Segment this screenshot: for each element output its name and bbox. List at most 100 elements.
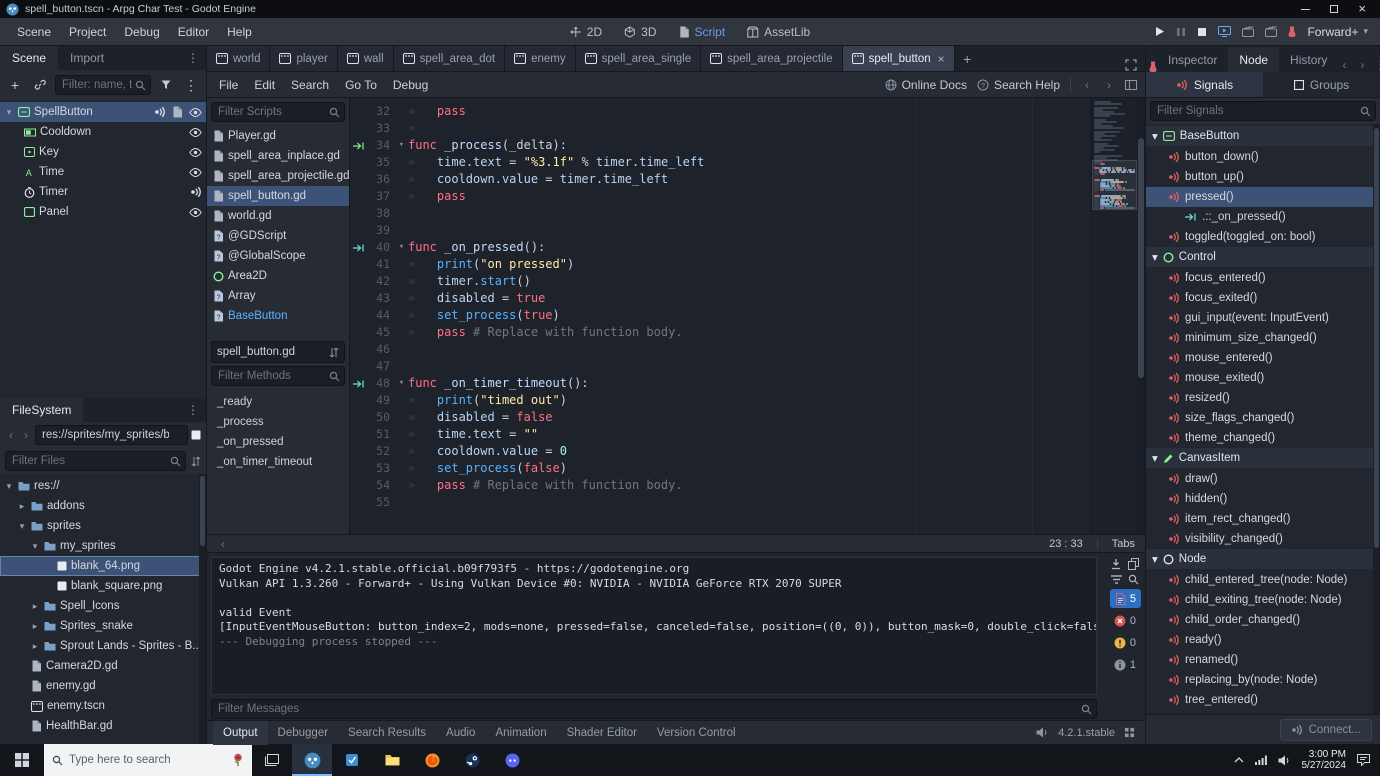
- taskbar-app-discord[interactable]: [492, 744, 532, 776]
- signal-item_rect_changed[interactable]: item_rect_changed(): [1146, 509, 1380, 529]
- close-tab-icon[interactable]: ×: [938, 52, 945, 66]
- taskbar-search[interactable]: [44, 744, 252, 776]
- code-line[interactable]: 46: [350, 341, 1091, 358]
- play-button[interactable]: [1154, 26, 1165, 37]
- filesystem-path-input[interactable]: [36, 429, 187, 441]
- file-blank-square.png[interactable]: blank_square.png: [0, 576, 206, 596]
- bottom-tab-debugger[interactable]: Debugger: [268, 721, 339, 745]
- signal-minimum_size_changed[interactable]: minimum_size_changed(): [1146, 328, 1380, 348]
- connect-button[interactable]: Connect...: [1280, 719, 1372, 741]
- signal-button_down[interactable]: button_down(): [1146, 147, 1380, 167]
- movie-writer-button[interactable]: [1265, 26, 1277, 37]
- filter-methods-input[interactable]: [212, 370, 344, 382]
- instance-scene-button[interactable]: [30, 75, 50, 95]
- bottom-tab-animation[interactable]: Animation: [485, 721, 556, 745]
- volume-icon[interactable]: [1278, 755, 1291, 766]
- bookmark-icon[interactable]: [191, 430, 201, 440]
- scene-tab-spell_area_dot[interactable]: spell_area_dot: [394, 46, 505, 71]
- code-line[interactable]: 49» print("timed out"): [350, 392, 1091, 409]
- bottom-tab-search-results[interactable]: Search Results: [338, 721, 436, 745]
- method-item-_on_timer_timeout[interactable]: _on_timer_timeout: [207, 452, 349, 472]
- scripts-panel-toggle-icon[interactable]: [1125, 79, 1137, 91]
- taskbar-search-input[interactable]: [69, 754, 226, 766]
- method-item-_on_pressed[interactable]: _on_pressed: [207, 432, 349, 452]
- code-line[interactable]: 40▾func _on_pressed():: [350, 239, 1091, 256]
- file-enemy.gd[interactable]: enemy.gd: [0, 676, 206, 696]
- taskbar-app-godot[interactable]: [292, 744, 332, 776]
- workspace-2d[interactable]: 2D: [560, 18, 612, 46]
- code-line[interactable]: 32» pass: [350, 103, 1091, 120]
- signal-icon[interactable]: [190, 186, 202, 198]
- script-item--globalscope[interactable]: ?@GlobalScope: [207, 246, 349, 266]
- code-line[interactable]: 44» set_process(true): [350, 307, 1091, 324]
- visibility-eye-icon[interactable]: [189, 208, 202, 217]
- expand-icon[interactable]: ▸: [17, 501, 27, 512]
- script-menu-search[interactable]: Search: [283, 72, 337, 98]
- indent-type[interactable]: Tabs: [1112, 538, 1135, 550]
- signal-visibility_changed[interactable]: visibility_changed(): [1146, 529, 1380, 549]
- search-help-button[interactable]: ? Search Help: [977, 78, 1060, 92]
- signal-pressed[interactable]: pressed(): [1146, 187, 1380, 207]
- signal-filter-input[interactable]: [1151, 105, 1375, 117]
- expand-bottom-panel-icon[interactable]: [1124, 727, 1135, 738]
- signal-connection[interactable]: .::_on_pressed(): [1146, 207, 1380, 227]
- code-line[interactable]: 36» cooldown.value = timer.time_left: [350, 171, 1091, 188]
- signal-draw[interactable]: draw(): [1146, 469, 1380, 489]
- code-line[interactable]: 50» disabled = false: [350, 409, 1091, 426]
- code-line[interactable]: 54» pass # Replace with function body.: [350, 477, 1091, 494]
- dock-menu-icon[interactable]: ⋮: [1374, 58, 1380, 72]
- task-view-button[interactable]: [252, 744, 292, 776]
- current-script-box[interactable]: spell_button.gd: [211, 341, 345, 363]
- workspace-assetlib[interactable]: AssetLib: [737, 18, 820, 46]
- signal-mouse_exited[interactable]: mouse_exited(): [1146, 368, 1380, 388]
- code-line[interactable]: 33»: [350, 120, 1091, 137]
- output-filter-input[interactable]: [212, 703, 1096, 715]
- signal-theme_changed[interactable]: theme_changed(): [1146, 428, 1380, 448]
- workspace-script[interactable]: Script: [668, 18, 735, 46]
- taskbar-app-1[interactable]: [332, 744, 372, 776]
- filter-options-icon[interactable]: [156, 75, 176, 95]
- save-output-icon[interactable]: [1110, 558, 1122, 570]
- maximize-button[interactable]: [1330, 5, 1338, 13]
- collapse-icon[interactable]: ▾: [4, 107, 14, 118]
- scene-tab-spell_area_single[interactable]: spell_area_single: [576, 46, 702, 71]
- tab-inspector[interactable]: Inspector: [1157, 47, 1228, 72]
- visibility-eye-icon[interactable]: [189, 148, 202, 157]
- signal-mouse_entered[interactable]: mouse_entered(): [1146, 348, 1380, 368]
- filter-scripts-input[interactable]: [212, 106, 344, 118]
- movie-maker-button[interactable]: [1288, 26, 1296, 37]
- nav-back-icon[interactable]: ‹: [5, 428, 17, 442]
- scene-node-timer[interactable]: Timer: [0, 182, 206, 202]
- visibility-eye-icon[interactable]: [189, 128, 202, 137]
- method-item-_process[interactable]: _process: [207, 412, 349, 432]
- tab-signals[interactable]: Signals: [1146, 72, 1263, 97]
- script-item-player.gd[interactable]: Player.gd: [207, 126, 349, 146]
- code-line[interactable]: 34▾func _process(_delta):: [350, 137, 1091, 154]
- tab-node[interactable]: Node: [1228, 47, 1279, 72]
- bottom-tab-audio[interactable]: Audio: [436, 721, 485, 745]
- filesystem-scrollbar[interactable]: [199, 474, 206, 744]
- scene-tab-spell_area_projectile[interactable]: spell_area_projectile: [701, 46, 842, 71]
- code-line[interactable]: 42» timer.start(): [350, 273, 1091, 290]
- file-my-sprites[interactable]: ▾my_sprites: [0, 536, 206, 556]
- scene-node-panel[interactable]: Panel: [0, 202, 206, 222]
- code-line[interactable]: 35» time.text = "%3.1f" % timer.time_lef…: [350, 154, 1091, 171]
- file-spell-icons[interactable]: ▸Spell_Icons: [0, 596, 206, 616]
- signal-hidden[interactable]: hidden(): [1146, 489, 1380, 509]
- file-addons[interactable]: ▸addons: [0, 496, 206, 516]
- script-item-array[interactable]: ?Array: [207, 286, 349, 306]
- script-item--gdscript[interactable]: ?@GDScript: [207, 226, 349, 246]
- taskbar-clock[interactable]: 3:00 PM 5/27/2024: [1302, 749, 1347, 771]
- code-editor[interactable]: 32» pass33»34▾func _process(_delta):35» …: [350, 98, 1091, 534]
- collapse-duplicates-icon[interactable]: [1111, 574, 1122, 585]
- script-icon[interactable]: [172, 106, 183, 118]
- code-line[interactable]: 47: [350, 358, 1091, 375]
- code-line[interactable]: 51» time.text = "": [350, 426, 1091, 443]
- code-line[interactable]: 53» set_process(false): [350, 460, 1091, 477]
- scroll-left-icon[interactable]: ‹: [217, 537, 229, 551]
- scene-tab-enemy[interactable]: enemy: [505, 46, 576, 71]
- taskbar-app-steam[interactable]: [452, 744, 492, 776]
- script-item-spell-area-projectile.gd[interactable]: spell_area_projectile.gd: [207, 166, 349, 186]
- errors-counter[interactable]: 0: [1109, 611, 1141, 630]
- scene-tab-spell_button[interactable]: spell_button×: [843, 46, 955, 71]
